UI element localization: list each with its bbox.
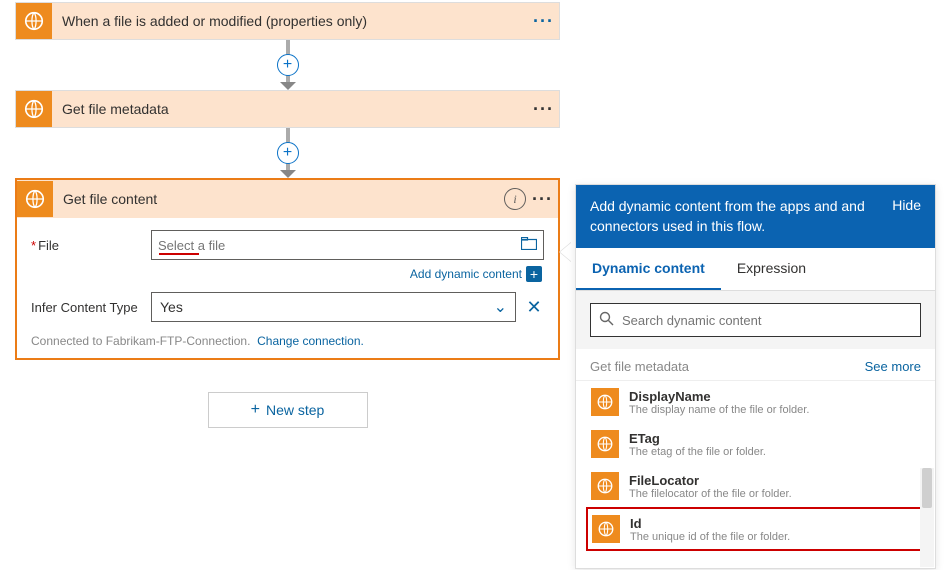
arrow-down-icon	[280, 82, 296, 90]
panel-beak	[560, 242, 572, 262]
hide-panel-button[interactable]: Hide	[880, 197, 921, 236]
scrollbar-thumb[interactable]	[922, 468, 932, 508]
connection-info: Connected to Fabrikam-FTP-Connection. Ch…	[31, 334, 544, 348]
search-icon	[599, 311, 614, 329]
ftp-connector-icon	[591, 472, 619, 500]
infer-label: Infer Content Type	[31, 300, 151, 315]
tab-expression[interactable]: Expression	[721, 248, 822, 290]
validation-underline	[159, 253, 199, 255]
trigger-title: When a file is added or modified (proper…	[52, 13, 533, 29]
infer-content-type-select[interactable]: Yes ⌄	[151, 292, 516, 322]
search-input-wrap[interactable]	[590, 303, 921, 337]
file-input-text[interactable]	[158, 238, 521, 253]
arrow-down-icon	[280, 170, 296, 178]
scrollbar[interactable]	[920, 468, 934, 567]
ftp-connector-icon	[16, 3, 52, 39]
info-icon[interactable]: i	[504, 188, 526, 210]
ftp-connector-icon	[16, 91, 52, 127]
change-connection-link[interactable]: Change connection.	[257, 334, 364, 348]
dc-item-etag[interactable]: ETagThe etag of the file or folder.	[586, 423, 925, 465]
ftp-connector-icon	[591, 388, 619, 416]
search-input[interactable]	[622, 313, 912, 328]
ftp-connector-icon	[591, 430, 619, 458]
plus-square-icon: +	[526, 266, 542, 282]
dc-item-desc: The etag of the file or folder.	[629, 446, 766, 458]
ftp-connector-icon	[17, 181, 53, 217]
dc-item-title: ETag	[629, 431, 766, 446]
step2-menu-button[interactable]: ···	[532, 189, 558, 210]
chevron-down-icon: ⌄	[494, 297, 507, 317]
clear-field-button[interactable]: ✕	[524, 297, 544, 318]
folder-picker-icon[interactable]	[521, 237, 537, 254]
step1-title: Get file metadata	[52, 101, 533, 117]
step1-menu-button[interactable]: ···	[533, 99, 559, 120]
dc-item-filelocator[interactable]: FileLocatorThe filelocator of the file o…	[586, 465, 925, 507]
plus-icon: +	[251, 401, 260, 419]
dc-item-desc: The display name of the file or folder.	[629, 404, 809, 416]
trigger-card[interactable]: When a file is added or modified (proper…	[15, 2, 560, 40]
dc-section-title: Get file metadata	[590, 359, 689, 374]
dc-item-id[interactable]: IdThe unique id of the file or folder.	[586, 507, 925, 551]
dc-item-displayname[interactable]: DisplayNameThe display name of the file …	[586, 381, 925, 423]
trigger-menu-button[interactable]: ···	[533, 11, 559, 32]
infer-value: Yes	[160, 299, 183, 315]
tab-dynamic-content[interactable]: Dynamic content	[576, 248, 721, 290]
get-file-metadata-card[interactable]: Get file metadata ···	[15, 90, 560, 128]
dc-item-title: DisplayName	[629, 389, 809, 404]
file-input[interactable]	[151, 230, 544, 260]
add-dynamic-content-link[interactable]: Add dynamic content +	[31, 266, 544, 282]
dc-item-title: Id	[630, 516, 790, 531]
dc-item-title: FileLocator	[629, 473, 792, 488]
panel-head-text: Add dynamic content from the apps and an…	[590, 197, 880, 236]
dynamic-content-panel: Add dynamic content from the apps and an…	[575, 184, 936, 569]
add-step-button[interactable]: +	[277, 142, 299, 164]
ftp-connector-icon	[592, 515, 620, 543]
dc-item-desc: The unique id of the file or folder.	[630, 531, 790, 543]
dc-item-desc: The filelocator of the file or folder.	[629, 488, 792, 500]
file-field-label: *File	[31, 238, 151, 253]
see-more-link[interactable]: See more	[865, 359, 921, 374]
step2-title: Get file content	[53, 191, 504, 207]
new-step-button[interactable]: + New step	[208, 392, 368, 428]
get-file-content-card: Get file content i ··· *File Add dynamic…	[15, 178, 560, 360]
add-step-button[interactable]: +	[277, 54, 299, 76]
